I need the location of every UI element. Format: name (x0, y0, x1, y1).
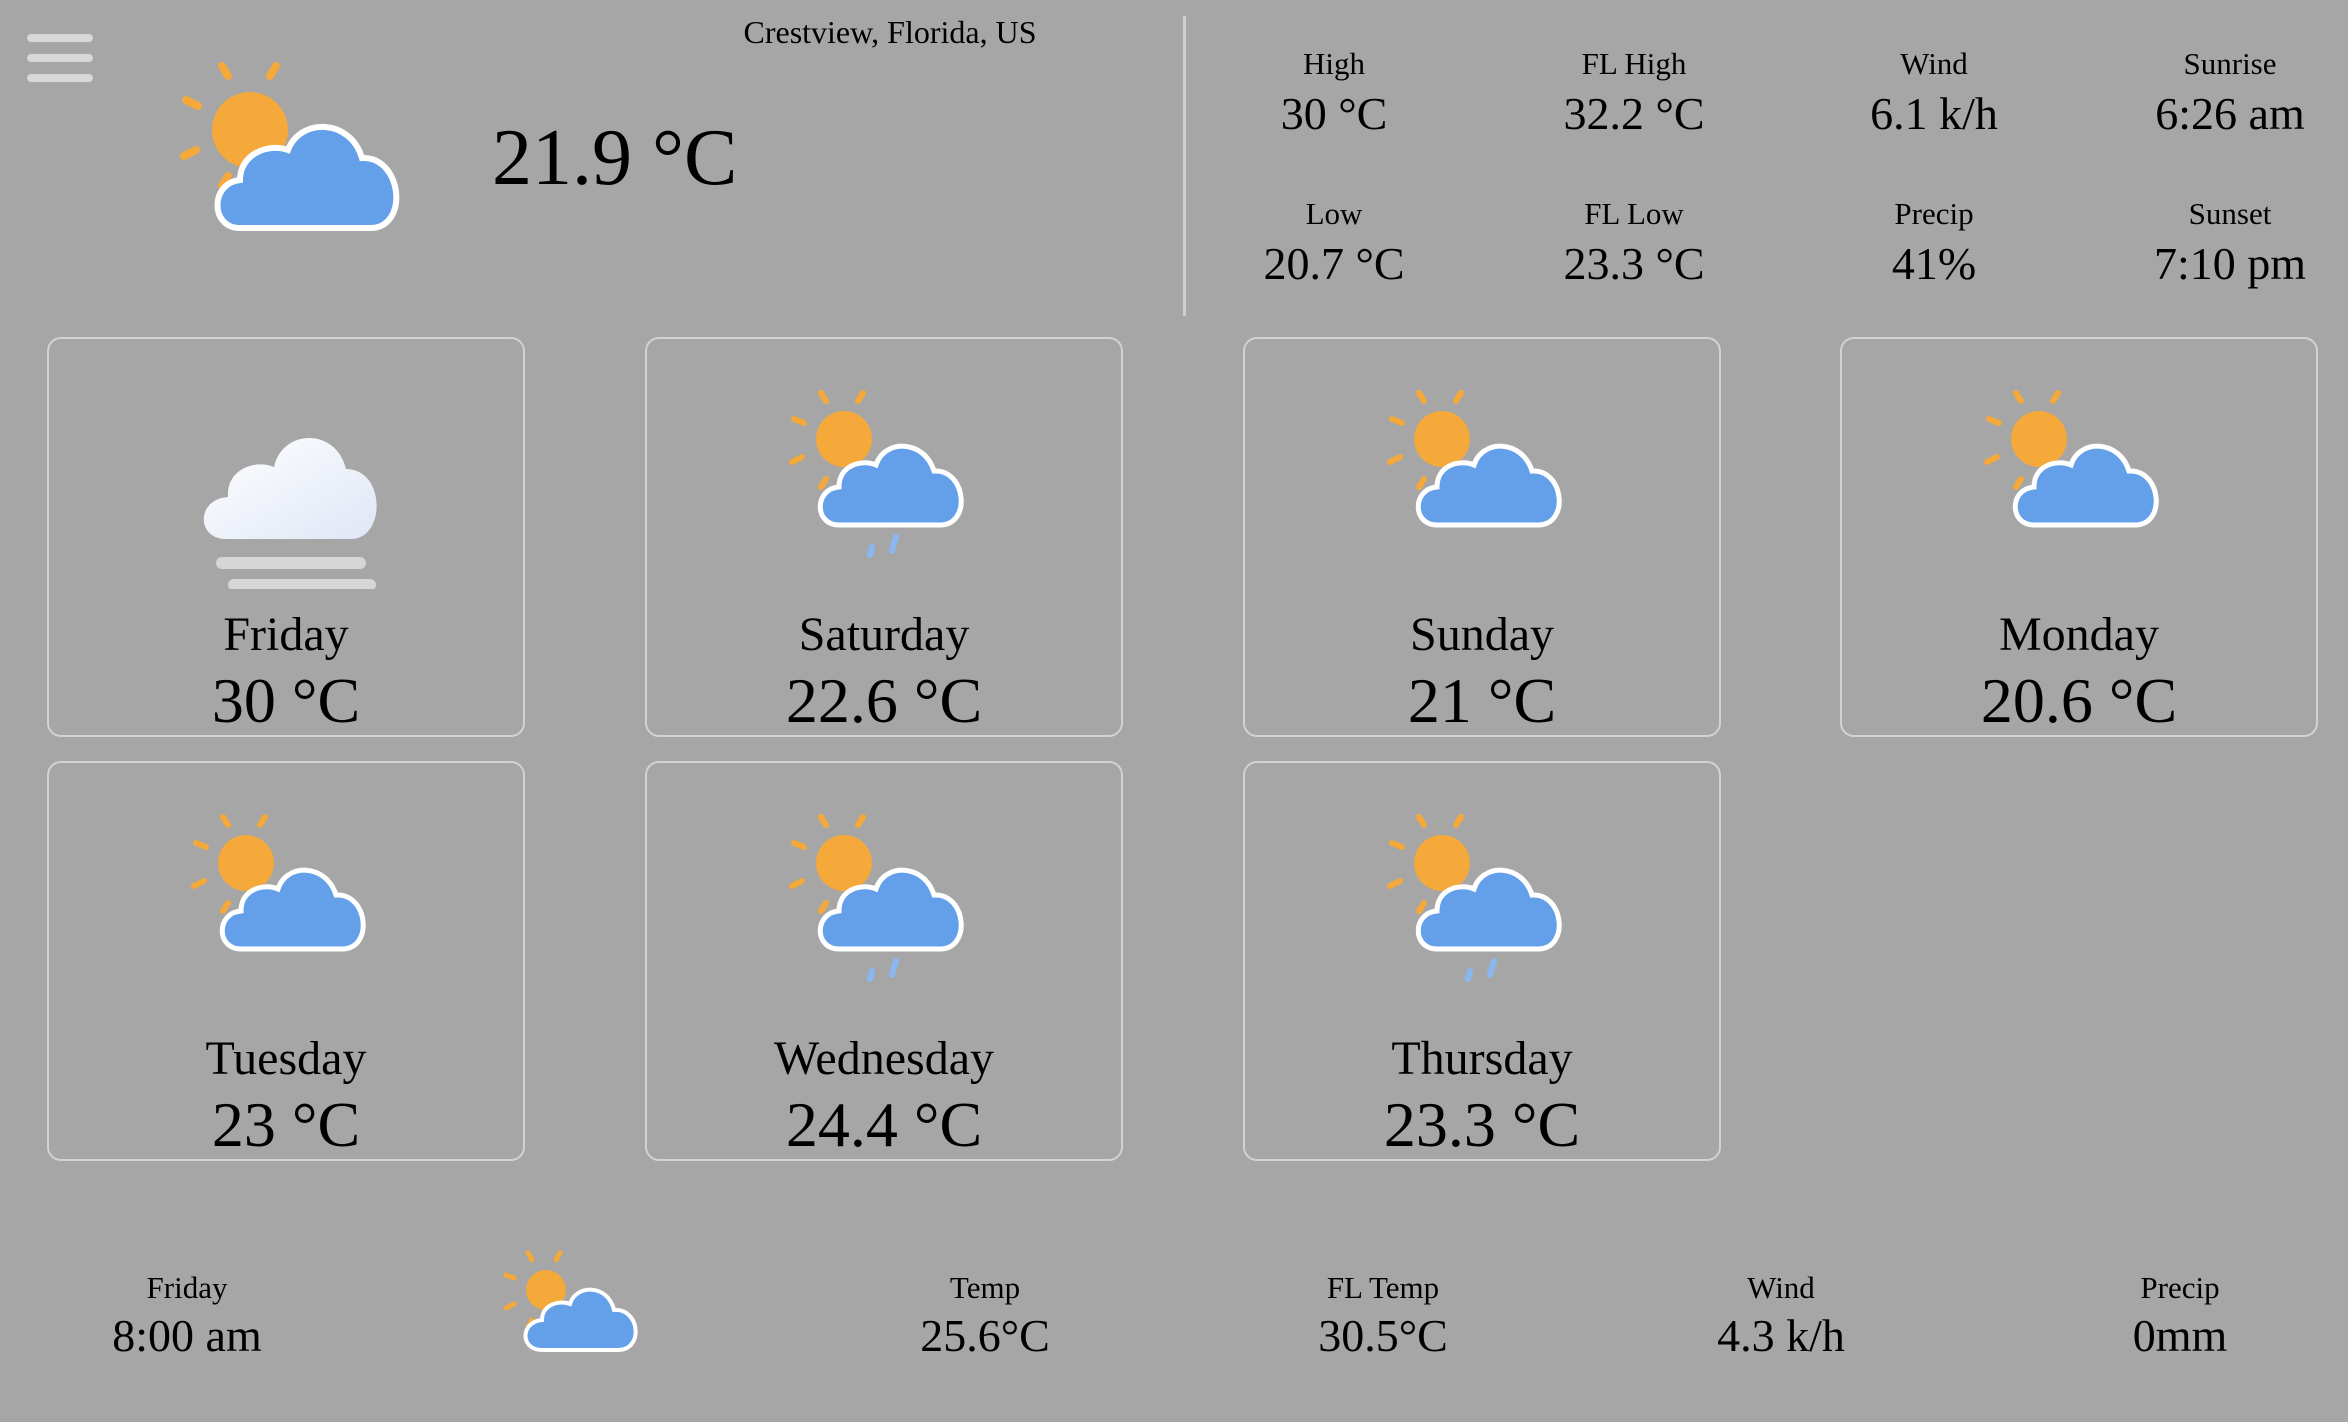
stat-label: High (1303, 46, 1365, 81)
current-temperature: 21.9 °C (492, 114, 738, 202)
stat-label: Sunset (2188, 196, 2272, 231)
stat-label: FL Low (1584, 196, 1684, 231)
partly-cloudy-icon (1984, 390, 2159, 528)
partly-cloudy-rain-icon (789, 814, 964, 982)
day-card-saturday[interactable]: Saturday 22.6 °C (645, 337, 1123, 737)
stat-value: 32.2 °C (1563, 88, 1705, 139)
day-card-friday[interactable]: Friday 30 °C (47, 337, 525, 737)
hourly-temp: Temp 25.6°C (855, 1272, 1115, 1359)
stat-sunset: Sunset 7:10 pm (2080, 198, 2348, 287)
hourly-wind: Wind 4.3 k/h (1651, 1272, 1911, 1359)
day-card-monday[interactable]: Monday 20.6 °C (1840, 337, 2318, 737)
hourly-label: Wind (1747, 1270, 1815, 1305)
stat-label: Wind (1900, 46, 1968, 81)
day-temperature: 20.6 °C (1980, 665, 2178, 736)
day-name: Sunday (1410, 608, 1554, 661)
hourly-label: Temp (949, 1270, 1021, 1305)
day-temperature: 23 °C (211, 1089, 361, 1160)
day-temperature: 22.6 °C (785, 665, 983, 736)
hourly-value: 25.6°C (920, 1310, 1050, 1361)
hourly-label: FL Temp (1326, 1270, 1440, 1305)
day-temperature: 24.4 °C (785, 1089, 983, 1160)
stat-sunrise: Sunrise 6:26 am (2080, 48, 2348, 137)
stat-value: 30 °C (1280, 88, 1388, 139)
day-temperature: 21 °C (1407, 665, 1557, 736)
day-card-sunday[interactable]: Sunday 21 °C (1243, 337, 1721, 737)
stat-label: Precip (1894, 196, 1974, 231)
hourly-time: Friday 8:00 am (57, 1272, 317, 1359)
hourly-value: 4.3 k/h (1717, 1310, 1845, 1361)
stat-value: 7:10 pm (2153, 238, 2307, 289)
day-temperature: 30 °C (211, 665, 361, 736)
stat-label: FL High (1581, 46, 1687, 81)
day-card-wednesday[interactable]: Wednesday 24.4 °C (645, 761, 1123, 1161)
hourly-value: 0mm (2132, 1310, 2228, 1361)
partly-cloudy-icon (180, 62, 400, 231)
stat-fl-low: FL Low 23.3 °C (1484, 198, 1784, 287)
day-name: Tuesday (205, 1032, 367, 1085)
day-name: Saturday (798, 608, 970, 661)
hourly-label: Precip (2140, 1270, 2220, 1305)
stat-value: 41% (1891, 238, 1977, 289)
partly-cloudy-icon (503, 1250, 638, 1352)
day-name: Thursday (1391, 1032, 1573, 1085)
stat-low: Low 20.7 °C (1184, 198, 1484, 287)
day-card-thursday[interactable]: Thursday 23.3 °C (1243, 761, 1721, 1161)
partly-cloudy-rain-icon (789, 390, 964, 558)
stat-value: 20.7 °C (1263, 238, 1405, 289)
fog-icon (203, 438, 377, 589)
hourly-day: Friday (146, 1270, 228, 1305)
stat-high: High 30 °C (1184, 48, 1484, 137)
location-title: Crestview, Florida, US (743, 14, 1037, 50)
stat-value: 6.1 k/h (1870, 88, 1998, 139)
stat-precip: Precip 41% (1784, 198, 2084, 287)
weather-app: Crestview, Florida, US 21.9 °C High 30 °… (0, 0, 2348, 1422)
hourly-value: 30.5°C (1318, 1310, 1448, 1361)
day-name: Monday (1999, 608, 2159, 661)
day-name: Wednesday (773, 1032, 995, 1085)
stat-fl-high: FL High 32.2 °C (1484, 48, 1784, 137)
day-name: Friday (223, 608, 349, 661)
stat-value: 6:26 am (2155, 88, 2305, 139)
menu-icon[interactable] (27, 34, 93, 82)
partly-cloudy-icon (191, 814, 366, 952)
hourly-time-value: 8:00 am (112, 1310, 262, 1361)
stat-label: Low (1305, 196, 1363, 231)
stat-label: Sunrise (2183, 46, 2277, 81)
stat-value: 23.3 °C (1563, 238, 1705, 289)
day-temperature: 23.3 °C (1383, 1089, 1581, 1160)
partly-cloudy-icon (1387, 390, 1562, 528)
day-card-tuesday[interactable]: Tuesday 23 °C (47, 761, 525, 1161)
partly-cloudy-rain-icon (1387, 814, 1562, 982)
stat-wind: Wind 6.1 k/h (1784, 48, 2084, 137)
hourly-precip: Precip 0mm (2050, 1272, 2310, 1359)
hourly-fl-temp: FL Temp 30.5°C (1253, 1272, 1513, 1359)
